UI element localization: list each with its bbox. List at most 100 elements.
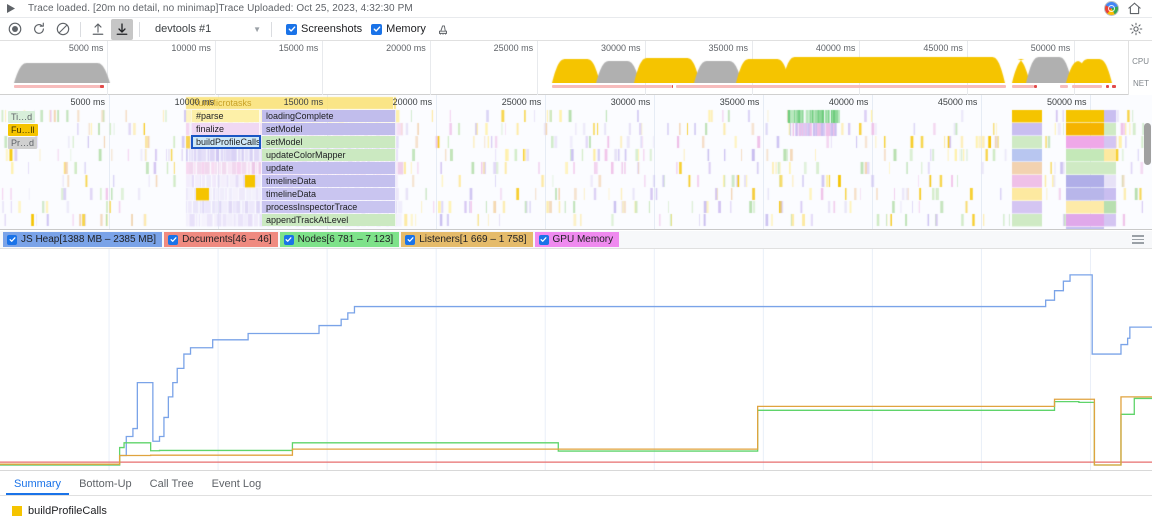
flame-event[interactable]: setModel	[262, 136, 396, 148]
details-tab[interactable]: Event Log	[204, 478, 270, 495]
overview-pane[interactable]: 5000 ms10000 ms15000 ms20000 ms25000 ms3…	[0, 41, 1128, 95]
download-icon[interactable]	[111, 19, 133, 40]
flame-track-label[interactable]: Fu…ll	[8, 124, 38, 136]
gear-icon[interactable]	[1129, 22, 1143, 36]
memory-series-toggle[interactable]: Documents[46 – 46]	[164, 232, 278, 247]
overview-tick-label: 50000 ms	[1031, 43, 1075, 53]
home-icon[interactable]	[1127, 1, 1142, 16]
checkbox-checked-icon	[286, 24, 297, 35]
flame-tick-label: 45000 ms	[938, 97, 982, 107]
flame-tick-label: 5000 ms	[71, 97, 110, 107]
flame-event[interactable]: #parse	[192, 110, 260, 122]
memory-series-line	[0, 397, 1152, 465]
screenshots-checkbox[interactable]: Screenshots	[286, 23, 362, 35]
summary-row: buildProfileCalls	[0, 496, 1152, 517]
toolbar-divider-2	[139, 22, 140, 37]
event-color-swatch	[12, 506, 22, 516]
memory-series-toggle[interactable]: Nodes[6 781 – 7 123]	[280, 232, 400, 247]
memory-chart-svg	[0, 249, 1152, 471]
memory-series-line	[0, 275, 1152, 465]
summary-event-title: buildProfileCalls	[28, 505, 107, 517]
overview-tick-label: 20000 ms	[386, 43, 430, 53]
flame-event[interactable]: appendTrackAtLevel	[262, 214, 396, 226]
memory-series-label: Documents[46 – 46]	[182, 234, 272, 245]
clear-icon[interactable]	[52, 19, 74, 40]
chevron-down-icon: ▼	[253, 25, 261, 34]
flame-event[interactable]: setModel	[262, 123, 396, 135]
flame-tick-label: 25000 ms	[502, 97, 546, 107]
network-request-bar	[1072, 85, 1102, 88]
flame-event[interactable]: update	[262, 162, 396, 174]
overview-network-graph	[0, 83, 1128, 95]
flame-event[interactable]: timelineData	[262, 188, 396, 200]
memory-checkbox[interactable]: Memory	[371, 23, 426, 35]
checkbox-checked-icon	[371, 24, 382, 35]
flame-event[interactable]: updateColorMapper	[262, 149, 396, 161]
flame-tick-label: 30000 ms	[611, 97, 655, 107]
network-request-bar	[14, 85, 104, 88]
flame-tick-label: 20000 ms	[393, 97, 437, 107]
flame-chart[interactable]: 5000 ms10000 ms15000 ms20000 ms25000 ms3…	[0, 95, 1152, 230]
memory-series-toggle[interactable]: JS Heap[1388 MB – 2385 MB]	[3, 232, 162, 247]
flame-tick-label: 50000 ms	[1047, 97, 1091, 107]
flame-tick-label: 40000 ms	[829, 97, 873, 107]
chrome-globe-icon[interactable]	[1104, 1, 1119, 16]
overview-cpu-label: CPU	[1132, 57, 1149, 66]
play-icon[interactable]	[0, 0, 22, 18]
details-tab[interactable]: Call Tree	[142, 478, 202, 495]
memory-series-toggle[interactable]: GPU Memory	[535, 232, 620, 247]
network-request-bar	[1034, 85, 1037, 88]
checkbox-checked-icon	[7, 235, 17, 245]
network-request-bar	[100, 85, 104, 88]
checkbox-checked-icon	[539, 235, 549, 245]
flame-track-label[interactable]: Pr…d	[8, 137, 37, 149]
overview-tick-label: 5000 ms	[69, 43, 108, 53]
network-request-bar	[1060, 85, 1068, 88]
overview-tick-label: 30000 ms	[601, 43, 645, 53]
memory-series-label: Nodes[6 781 – 7 123]	[298, 234, 394, 245]
profile-select-value: devtools #1	[155, 23, 211, 35]
memory-label: Memory	[386, 23, 426, 35]
overview-tick-label: 15000 ms	[279, 43, 323, 53]
flame-event[interactable]: finalize	[192, 123, 260, 135]
reload-icon[interactable]	[28, 19, 50, 40]
overview-tick-label: 45000 ms	[923, 43, 967, 53]
record-icon[interactable]	[4, 19, 26, 40]
details-tab[interactable]: Summary	[6, 478, 69, 495]
checkbox-checked-icon	[168, 235, 178, 245]
flame-track-label[interactable]: Ti…d	[8, 111, 35, 123]
memory-counters-legend: JS Heap[1388 MB – 2385 MB] Documents[46 –…	[0, 231, 1152, 249]
network-request-bar	[1112, 85, 1116, 88]
flame-event[interactable]: timelineData	[262, 175, 396, 187]
overview-net-label: NET	[1133, 79, 1149, 88]
memory-counters-chart[interactable]	[0, 249, 1152, 471]
performance-toolbar: devtools #1 ▼ Screenshots Memory	[0, 18, 1152, 41]
overview-tick-label: 10000 ms	[171, 43, 215, 53]
memory-series-label: GPU Memory	[553, 234, 614, 245]
upload-icon[interactable]	[87, 19, 109, 40]
network-request-bar	[1106, 85, 1109, 88]
details-pane: SummaryBottom-UpCall TreeEvent Log build…	[0, 471, 1152, 521]
flame-event[interactable]: buildProfileCalls	[192, 136, 260, 148]
toolbar-divider-3	[271, 22, 272, 37]
timeline-overview[interactable]: 5000 ms10000 ms15000 ms20000 ms25000 ms3…	[0, 41, 1152, 95]
overview-cpu-graph	[0, 55, 1128, 83]
checkbox-checked-icon	[405, 235, 415, 245]
screenshots-label: Screenshots	[301, 23, 362, 35]
flame-chart-scrollbar[interactable]	[1144, 123, 1151, 165]
profile-select[interactable]: devtools #1 ▼	[148, 20, 266, 39]
details-tab[interactable]: Bottom-Up	[71, 478, 140, 495]
flame-chart-canvas[interactable]	[0, 95, 1145, 230]
flame-event[interactable]: loadingComplete	[262, 110, 396, 122]
overview-tick-label: 40000 ms	[816, 43, 860, 53]
garbage-collect-icon[interactable]	[432, 19, 454, 40]
memory-series-label: JS Heap[1388 MB – 2385 MB]	[21, 234, 156, 245]
network-request-bar	[1012, 85, 1034, 88]
devtools-performance-panel: Trace loaded. [20m no detail, no minimap…	[0, 0, 1152, 521]
status-bar-actions	[1104, 1, 1152, 16]
overview-tick-label: 35000 ms	[708, 43, 752, 53]
overflow-menu-icon[interactable]	[1132, 235, 1144, 244]
memory-series-toggle[interactable]: Listeners[1 669 – 1 758]	[401, 232, 532, 247]
flame-event[interactable]: processInspectorTrace	[262, 201, 396, 213]
flame-tick-label: 15000 ms	[284, 97, 328, 107]
